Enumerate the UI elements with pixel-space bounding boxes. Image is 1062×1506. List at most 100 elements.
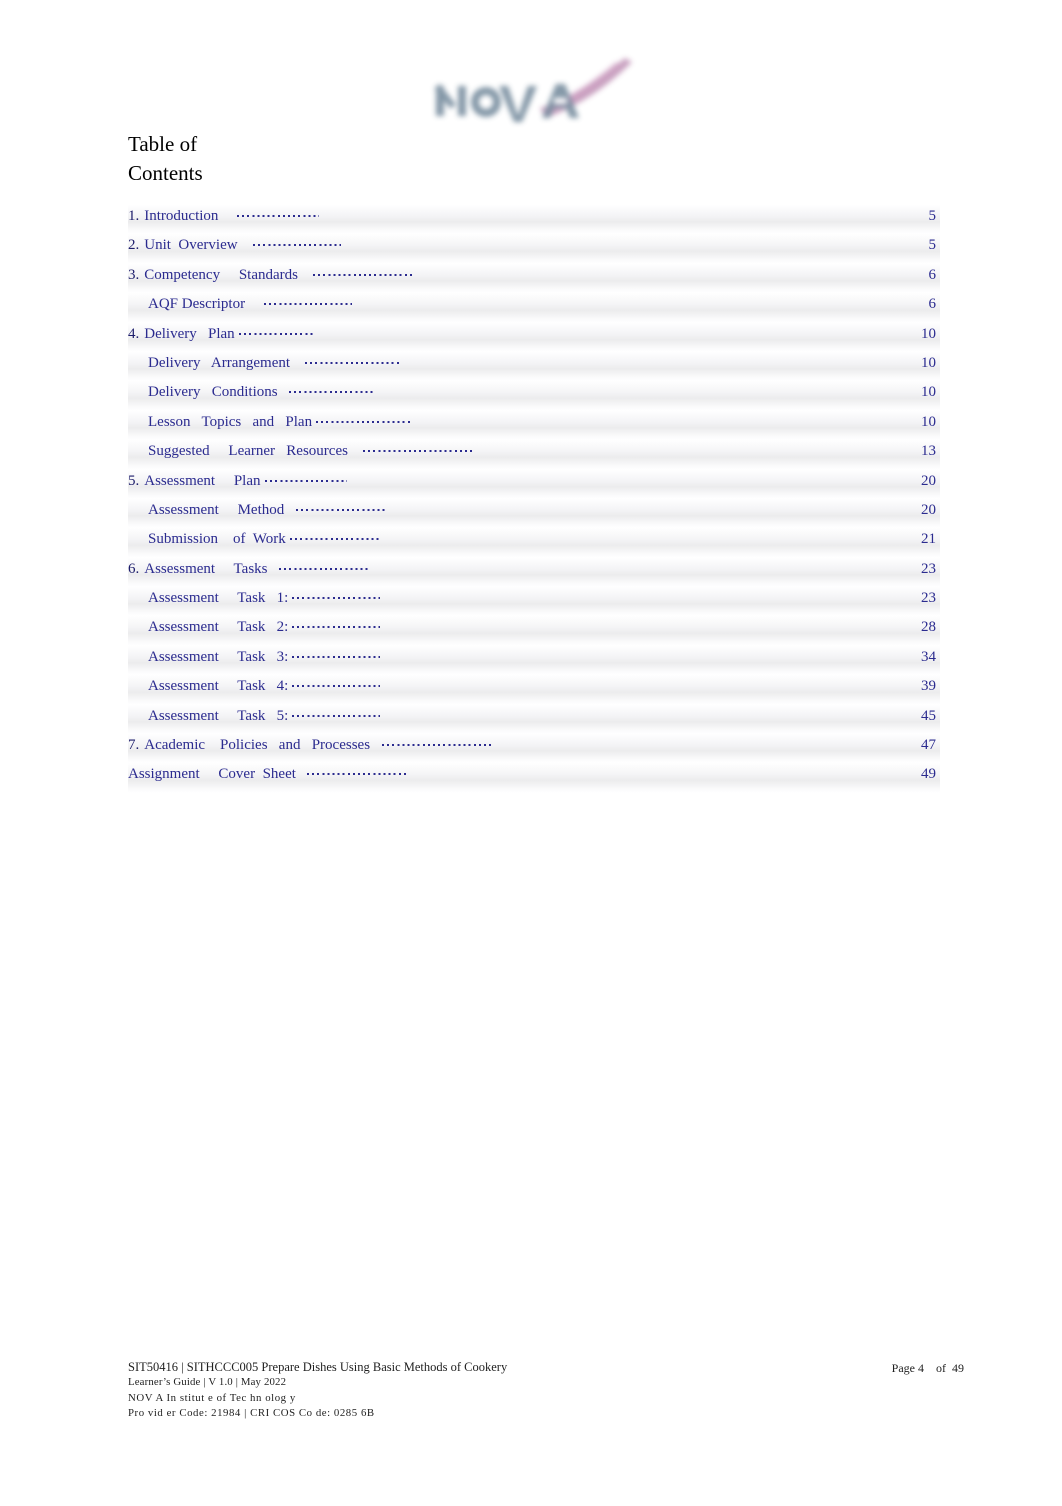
toc-dot-leader xyxy=(252,234,341,249)
toc-dot-leader xyxy=(264,470,347,485)
document-page: Table of Contents 1. Introduction 5 2. Unit… xyxy=(0,0,1062,1506)
toc-dot-leader xyxy=(292,705,381,720)
toc-entry[interactable]: 6. Assessment Tasks 23 xyxy=(128,557,940,588)
toc-entry-page-number: 5 xyxy=(928,208,937,224)
toc-entry[interactable]: Assessment Task 1: 23 xyxy=(128,587,940,617)
toc-entry[interactable]: 4. Delivery Plan 10 xyxy=(128,322,940,352)
toc-dot-leader xyxy=(292,616,381,631)
toc-entry-page-number: 13 xyxy=(921,443,936,460)
toc-entry-label[interactable]: Academic Policies and Processes xyxy=(144,737,370,754)
page-title: Table of Contents xyxy=(128,132,203,185)
toc-entry-number: 7. xyxy=(128,737,140,754)
toc-dot-leader xyxy=(295,499,388,514)
page-footer: SIT50416 | SITHCCC005 Prepare Dishes Usi… xyxy=(128,1360,964,1422)
toc-dot-leader xyxy=(292,646,381,661)
toc-dot-leader xyxy=(289,528,382,543)
toc-entry[interactable]: Suggested Learner Resources 13 xyxy=(128,440,940,470)
table-of-contents: 1. Introduction 5 2. Unit Overview 5 3. Compe… xyxy=(128,205,940,793)
toc-entry[interactable]: Assessment Task 4: 39 xyxy=(128,675,940,705)
toc-entry-label[interactable]: AQF Descriptor xyxy=(148,296,245,313)
toc-entry[interactable]: 1. Introduction 5 xyxy=(128,205,940,235)
toc-dot-leader xyxy=(279,558,370,573)
toc-entry-label[interactable]: Assessment Plan xyxy=(144,473,260,490)
toc-entry-gap xyxy=(218,208,233,225)
toc-entry-number: 5. xyxy=(128,472,140,489)
toc-entry-page-number: 20 xyxy=(921,472,936,489)
toc-dot-leader xyxy=(292,587,381,602)
toc-entry-page-number: 10 xyxy=(921,325,936,342)
toc-entry-number: 2. xyxy=(128,237,140,254)
toc-entry[interactable]: Assessment Method 20 xyxy=(128,498,940,529)
toc-dot-leader xyxy=(237,205,320,220)
toc-entry-page-number: 6 xyxy=(928,266,937,283)
toc-dot-leader xyxy=(238,323,315,338)
toc-entry[interactable]: Delivery Conditions 10 xyxy=(128,381,940,411)
toc-entry-label[interactable]: Submission of Work xyxy=(148,531,286,548)
toc-entry-label[interactable]: Assessment Method xyxy=(148,502,284,519)
toc-dot-leader xyxy=(363,440,474,455)
toc-entry-label[interactable]: Competency Standards xyxy=(144,267,298,284)
toc-entry-page-number: 6 xyxy=(928,296,937,313)
toc-entry[interactable]: Assignment Cover Sheet 49 xyxy=(128,763,940,793)
toc-entry-label[interactable]: Assessment Tasks xyxy=(144,561,267,578)
footer-guide-version: Learner’s Guide | V 1.0 | May 2022 xyxy=(128,1376,287,1388)
toc-dot-leader xyxy=(307,763,408,778)
toc-entry-gap xyxy=(348,443,359,460)
footer-institute-name: NOV A In stitut e of Tec hn olog y xyxy=(128,1391,296,1404)
toc-entry-label[interactable]: Assessment Task 2: xyxy=(148,619,288,636)
toc-entry[interactable]: Assessment Task 2: 28 xyxy=(128,616,940,646)
footer-page-number: Page 4 of 49 xyxy=(891,1361,964,1375)
toc-entry-label[interactable]: Delivery Conditions xyxy=(148,384,278,401)
toc-entry[interactable]: Assessment Task 5: 45 xyxy=(128,704,940,735)
toc-entry-page-number: 45 xyxy=(921,707,936,724)
toc-entry-label[interactable]: Assessment Task 5: xyxy=(148,708,288,725)
toc-entry-label[interactable]: Delivery Plan xyxy=(144,326,234,343)
toc-entry[interactable]: 3. Competency Standards 6 xyxy=(128,263,940,294)
toc-dot-leader xyxy=(292,675,381,690)
toc-entry[interactable]: 7. Academic Policies and Processes 47 xyxy=(128,734,940,764)
toc-entry-label[interactable]: Assignment Cover Sheet xyxy=(128,766,296,783)
footer-left-block: SIT50416 | SITHCCC005 Prepare Dishes Usi… xyxy=(128,1360,558,1422)
toc-entry-label[interactable]: Assessment Task 1: xyxy=(148,590,288,607)
toc-entry-page-number: 10 xyxy=(921,354,936,371)
toc-dot-leader xyxy=(313,264,414,279)
nova-logo xyxy=(420,48,650,138)
toc-entry-page-number: 5 xyxy=(928,237,937,254)
toc-entry-page-number: 34 xyxy=(921,648,936,665)
toc-entry-gap xyxy=(370,737,378,754)
toc-entry-label[interactable]: Lesson Topics and Plan xyxy=(148,414,312,431)
toc-entry[interactable]: 2. Unit Overview 5 xyxy=(128,234,940,264)
toc-entry-label[interactable]: Introduction xyxy=(144,208,218,225)
toc-dot-leader xyxy=(381,734,494,749)
toc-entry[interactable]: AQF Descriptor 6 xyxy=(128,293,940,323)
toc-entry-gap xyxy=(268,561,276,578)
toc-entry[interactable]: Assessment Task 3: 34 xyxy=(128,645,940,676)
nova-logo-icon xyxy=(434,58,632,122)
footer-provider-codes: Pro vid er Code: 21984 | CRI COS Co de: … xyxy=(128,1407,375,1419)
toc-entry-page-number: 23 xyxy=(921,560,936,577)
toc-entry-label[interactable]: Assessment Task 3: xyxy=(148,649,288,666)
toc-entry[interactable]: Lesson Topics and Plan 10 xyxy=(128,410,940,441)
toc-entry-page-number: 21 xyxy=(921,531,936,548)
toc-entry-label[interactable]: Delivery Arrangement xyxy=(148,355,290,372)
toc-entry-label[interactable]: Suggested Learner Resources xyxy=(148,443,348,460)
toc-entry-number: 6. xyxy=(128,560,140,577)
toc-entry-number: 3. xyxy=(128,266,140,283)
toc-entry-gap xyxy=(290,355,301,372)
toc-entry-label[interactable]: Assessment Task 4: xyxy=(148,678,288,695)
toc-dot-leader xyxy=(264,293,353,308)
toc-entry-page-number: 39 xyxy=(921,678,936,695)
toc-entry-page-number: 10 xyxy=(921,413,936,430)
toc-entry-label[interactable]: Unit Overview xyxy=(144,237,237,254)
toc-dot-leader xyxy=(289,381,376,396)
toc-entry-gap xyxy=(296,766,304,783)
toc-entry[interactable]: 5. Assessment Plan 20 xyxy=(128,469,940,499)
toc-entry-page-number: 47 xyxy=(921,737,936,754)
toc-entry-gap xyxy=(284,502,292,519)
toc-entry[interactable]: Delivery Arrangement 10 xyxy=(128,351,940,382)
toc-entry-page-number: 49 xyxy=(921,766,936,783)
toc-entry[interactable]: Submission of Work 21 xyxy=(128,528,940,558)
toc-entry-gap xyxy=(238,237,249,254)
toc-entry-page-number: 10 xyxy=(921,384,936,401)
toc-entry-number: 4. xyxy=(128,325,140,342)
